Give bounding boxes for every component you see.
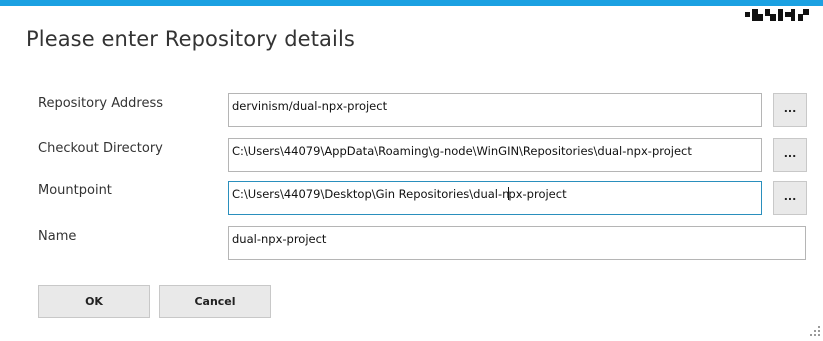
- checkout-directory-label: Checkout Directory: [38, 141, 163, 156]
- mountpoint-browse-button[interactable]: ...: [773, 181, 807, 215]
- mountpoint-value-start: C:\Users\44079\Desktop\Gin Repositories\…: [232, 187, 510, 201]
- mountpoint-value-end: px-project: [508, 187, 567, 201]
- window-controls-icon[interactable]: [743, 9, 813, 21]
- name-label: Name: [38, 229, 77, 244]
- repository-address-input[interactable]: dervinism/dual-npx-project: [228, 93, 762, 127]
- ok-button[interactable]: OK: [38, 285, 150, 318]
- checkout-directory-input[interactable]: C:\Users\44079\AppData\Roaming\g-node\Wi…: [228, 138, 762, 172]
- mountpoint-label: Mountpoint: [38, 183, 112, 198]
- cancel-button[interactable]: Cancel: [159, 285, 271, 318]
- resize-grip-icon[interactable]: [809, 322, 821, 336]
- repository-address-browse-button[interactable]: ...: [773, 93, 807, 127]
- dialog-title: Please enter Repository details: [26, 27, 355, 51]
- name-input[interactable]: dual-npx-project: [228, 226, 806, 260]
- checkout-directory-browse-button[interactable]: ...: [773, 138, 807, 172]
- mountpoint-input[interactable]: C:\Users\44079\Desktop\Gin Repositories\…: [228, 181, 762, 215]
- repository-address-label: Repository Address: [38, 96, 164, 111]
- top-accent-bar: [0, 0, 823, 6]
